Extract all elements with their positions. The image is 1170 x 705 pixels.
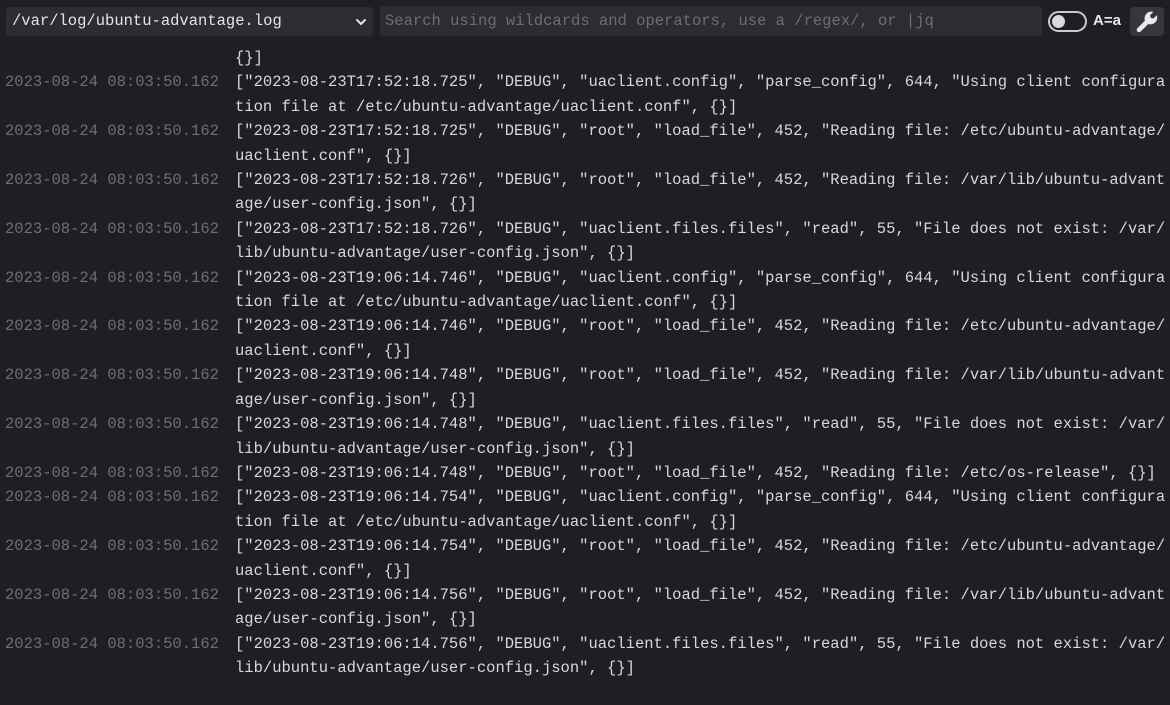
- log-message: ["2023-08-23T19:06:14.746", "DEBUG", "ua…: [235, 268, 1166, 312]
- log-message: ["2023-08-23T17:52:18.726", "DEBUG", "ua…: [235, 219, 1166, 263]
- log-view[interactable]: {}] 2023-08-24 08:03:50.162 ["2023-08-23T…: [0, 46, 1170, 705]
- toolbar: /var/log/ubuntu-advantage.log A=a: [0, 0, 1170, 44]
- log-entry: 2023-08-24 08:03:50.162 ["2023-08-23T19:0…: [0, 583, 1170, 632]
- log-entry: 2023-08-24 08:03:50.162 ["2023-08-23T19:0…: [0, 314, 1170, 363]
- log-timestamp: 2023-08-24 08:03:50.162: [5, 585, 219, 604]
- log-message: ["2023-08-23T19:06:14.756", "DEBUG", "ro…: [235, 585, 1166, 629]
- log-timestamp: 2023-08-24 08:03:50.162: [5, 122, 219, 141]
- log-entry: 2023-08-24 08:03:50.162 ["2023-08-23T19:0…: [0, 485, 1170, 534]
- log-timestamp: 2023-08-24 08:03:50.162: [5, 366, 219, 385]
- log-message: ["2023-08-23T19:06:14.754", "DEBUG", "ro…: [235, 537, 1166, 580]
- log-message: ["2023-08-23T19:06:14.746", "DEBUG", "ro…: [235, 317, 1166, 360]
- log-message: {}]: [235, 49, 263, 67]
- chevron-down-icon: [356, 19, 366, 26]
- log-timestamp: 2023-08-24 08:03:50.162: [5, 463, 219, 482]
- log-entry: 2023-08-24 08:03:50.162 ["2023-08-23T17:5…: [0, 217, 1170, 266]
- case-sensitive-label: A=a: [1093, 12, 1121, 29]
- log-entry: 2023-08-24 08:03:50.162 ["2023-08-23T19:0…: [0, 363, 1170, 412]
- log-entry: 2023-08-24 08:03:50.162 ["2023-08-23T19:0…: [0, 534, 1170, 583]
- log-entry: 2023-08-24 08:03:50.162 ["2023-08-23T17:5…: [0, 70, 1170, 119]
- log-timestamp: 2023-08-24 08:03:50.162: [5, 317, 219, 336]
- search-input[interactable]: [380, 6, 1042, 36]
- log-message: ["2023-08-23T19:06:14.748", "DEBUG", "ua…: [235, 415, 1166, 458]
- log-timestamp: 2023-08-24 08:03:50.162: [5, 488, 219, 507]
- log-timestamp: [0, 46, 235, 70]
- log-message: ["2023-08-23T19:06:14.756", "DEBUG", "ua…: [235, 634, 1166, 678]
- log-message: ["2023-08-23T19:06:14.748", "DEBUG", "ro…: [235, 366, 1166, 409]
- settings-button[interactable]: [1130, 7, 1164, 36]
- log-message: ["2023-08-23T17:52:18.725", "DEBUG", "ro…: [235, 122, 1166, 165]
- toggle-knob: [1052, 15, 1065, 28]
- wrench-icon: [1136, 11, 1158, 33]
- log-timestamp: 2023-08-24 08:03:50.162: [5, 171, 219, 190]
- log-entry: 2023-08-24 08:03:50.162 ["2023-08-23T19:0…: [0, 461, 1170, 485]
- log-entry: 2023-08-24 08:03:50.162 ["2023-08-23T17:5…: [0, 168, 1170, 217]
- log-entry: 2023-08-24 08:03:50.162 ["2023-08-23T19:0…: [0, 412, 1170, 461]
- log-timestamp: 2023-08-24 08:03:50.162: [5, 73, 219, 92]
- log-entry: 2023-08-24 08:03:50.162 ["2023-08-23T17:5…: [0, 119, 1170, 168]
- log-entry: 2023-08-24 08:03:50.162 ["2023-08-23T19:0…: [0, 632, 1170, 681]
- log-timestamp: 2023-08-24 08:03:50.162: [5, 415, 219, 434]
- log-timestamp: 2023-08-24 08:03:50.162: [5, 634, 219, 653]
- case-sensitive-toggle[interactable]: [1048, 11, 1087, 32]
- log-message: ["2023-08-23T19:06:14.748", "DEBUG", "ro…: [235, 463, 1156, 482]
- log-message: ["2023-08-23T17:52:18.725", "DEBUG", "ua…: [235, 73, 1166, 116]
- file-select[interactable]: /var/log/ubuntu-advantage.log: [6, 7, 373, 36]
- file-path-label: /var/log/ubuntu-advantage.log: [12, 12, 282, 30]
- log-timestamp: 2023-08-24 08:03:50.162: [5, 537, 219, 556]
- log-message: ["2023-08-23T19:06:14.754", "DEBUG", "ua…: [235, 488, 1166, 531]
- log-timestamp: 2023-08-24 08:03:50.162: [5, 219, 219, 238]
- log-timestamp: 2023-08-24 08:03:50.162: [5, 268, 219, 287]
- log-message: ["2023-08-23T17:52:18.726", "DEBUG", "ro…: [235, 171, 1166, 214]
- log-entry-partial: {}]: [0, 46, 1170, 70]
- log-entry: 2023-08-24 08:03:50.162 ["2023-08-23T19:0…: [0, 266, 1170, 315]
